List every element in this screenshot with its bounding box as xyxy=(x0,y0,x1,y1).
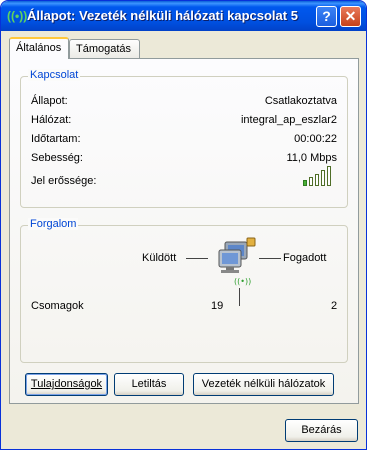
wireless-networks-button[interactable]: Vezeték nélküli hálózatok xyxy=(193,373,334,396)
network-label: Hálózat: xyxy=(31,114,72,126)
duration-value: 00:00:22 xyxy=(294,133,337,145)
help-button[interactable]: ? xyxy=(316,6,337,27)
signal-strength-icon xyxy=(303,166,333,186)
packets-received-value: 2 xyxy=(331,300,338,312)
close-button-label: Bezárás xyxy=(301,424,342,436)
status-dialog: ((•)) Állapot: Vezeték nélküli hálózati … xyxy=(0,0,367,450)
status-value: Csatlakoztatva xyxy=(264,95,337,107)
network-value: integral_ap_eszlar2 xyxy=(240,114,337,126)
close-button[interactable]: Bezárás xyxy=(285,419,358,442)
speed-value: 11,0 Mbps xyxy=(286,152,337,164)
tab-support[interactable]: Támogatás xyxy=(69,39,140,58)
received-label: Fogadott xyxy=(283,252,327,264)
disable-button[interactable]: Letiltás xyxy=(114,373,184,396)
received-line xyxy=(259,258,281,259)
wireless-networks-button-label: Vezeték nélküli hálózatok xyxy=(201,378,326,390)
activity-group: Forgalom Küldött ((•)) Fogadott Csomagok… xyxy=(20,218,348,363)
packets-sent-value: 19 xyxy=(211,300,224,312)
disable-button-label: Letiltás xyxy=(131,378,167,390)
signal-strength-label: Jel erőssége: xyxy=(31,175,97,187)
close-window-button[interactable]: ✕ xyxy=(340,6,361,27)
svg-text:((•)): ((•)) xyxy=(234,277,251,286)
tab-general[interactable]: Általános xyxy=(9,37,69,59)
window-title: Állapot: Vezeték nélküli hálózati kapcso… xyxy=(27,8,298,23)
network-activity-icon: ((•)) xyxy=(218,237,256,286)
activity-divider xyxy=(239,288,240,306)
sent-label: Küldött xyxy=(142,252,177,264)
status-label: Állapot: xyxy=(31,95,68,107)
signal-bar xyxy=(315,174,319,186)
title-bar[interactable]: ((•)) Állapot: Vezeték nélküli hálózati … xyxy=(1,1,366,31)
connection-group-label: Kapcsolat xyxy=(28,69,81,81)
properties-button[interactable]: Tulajdonságok xyxy=(25,373,108,396)
tab-panel-general: Kapcsolat Állapot: Csatlakoztatva Hálóza… xyxy=(9,58,359,404)
duration-label: Időtartam: xyxy=(31,133,81,145)
signal-bar xyxy=(309,177,313,186)
signal-bar xyxy=(327,166,331,186)
properties-button-label: Tulajdonságok xyxy=(30,378,103,390)
activity-group-label: Forgalom xyxy=(28,218,79,230)
wireless-network-icon: ((•)) xyxy=(7,9,28,23)
connection-group: Kapcsolat Állapot: Csatlakoztatva Hálóza… xyxy=(20,69,348,208)
sent-line xyxy=(186,258,208,259)
signal-bar xyxy=(321,170,325,186)
tab-strip: Általános Támogatás xyxy=(9,37,359,59)
packets-label: Csomagok xyxy=(31,300,84,312)
speed-label: Sebesség: xyxy=(31,152,83,164)
signal-bar xyxy=(303,180,307,186)
